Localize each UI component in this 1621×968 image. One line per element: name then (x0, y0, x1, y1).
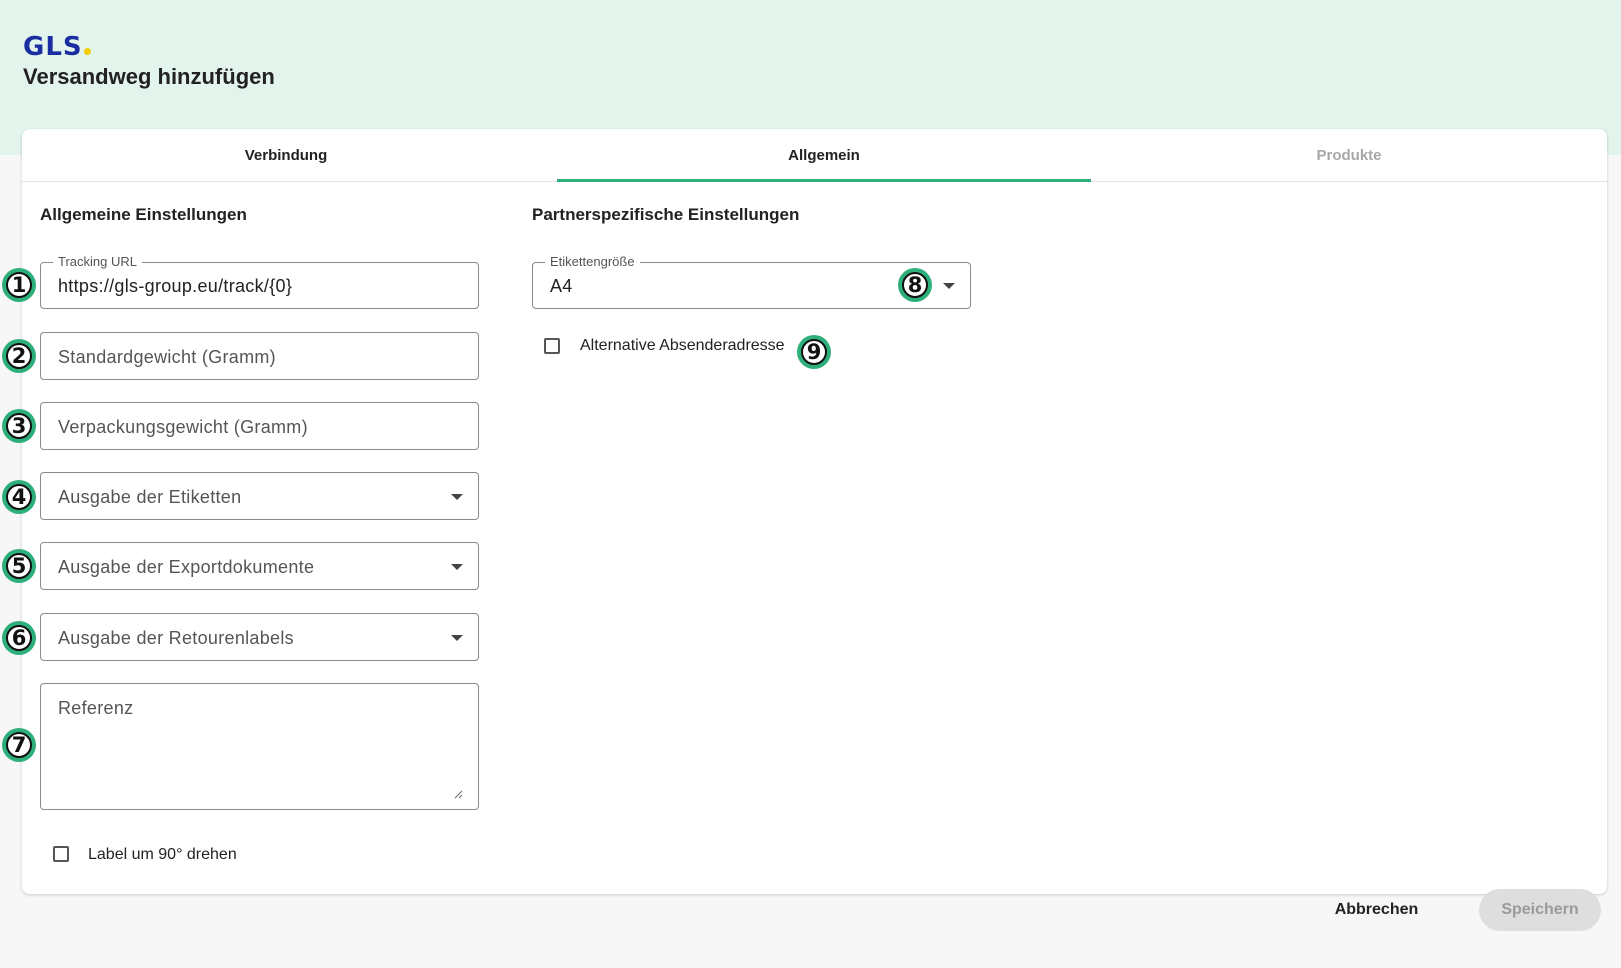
return-labels-output-select[interactable]: Ausgabe der Retourenlabels (40, 613, 479, 661)
resize-handle-icon[interactable] (454, 790, 463, 799)
packaging-weight-placeholder: Verpackungsgewicht (Gramm) (58, 417, 308, 437)
cancel-button[interactable]: Abbrechen (1318, 889, 1435, 931)
label-size-value: A4 (550, 276, 573, 296)
tab-bar: Verbindung Allgemein Produkte (22, 129, 1607, 182)
annotation-badge-5: 5 (2, 549, 36, 583)
standard-weight-placeholder: Standardgewicht (Gramm) (58, 347, 276, 367)
chevron-down-icon (451, 494, 463, 500)
alt-sender-text: Alternative Absenderadresse (580, 337, 785, 354)
export-docs-output-select[interactable]: Ausgabe der Exportdokumente (40, 542, 479, 590)
annotation-badge-3: 3 (2, 409, 36, 443)
annotation-badge-6: 6 (2, 621, 36, 655)
tab-allgemein[interactable]: Allgemein (557, 129, 1091, 181)
logo-dot-icon (83, 48, 91, 55)
rotate-label-text: Label um 90° drehen (88, 846, 237, 863)
reference-placeholder: Referenz (58, 698, 134, 718)
return-labels-output-placeholder: Ausgabe der Retourenlabels (58, 628, 294, 648)
chevron-down-icon (451, 635, 463, 641)
annotation-badge-7: 7 (2, 728, 36, 762)
tracking-url-field[interactable]: Tracking URL https://gls-group.eu/track/… (40, 254, 479, 309)
label-size-label: Etikettengröße (545, 254, 640, 269)
alt-sender-checkbox[interactable] (544, 338, 560, 354)
settings-card: Verbindung Allgemein Produkte Allgemeine… (22, 129, 1607, 894)
label-output-placeholder: Ausgabe der Etiketten (58, 487, 242, 507)
chevron-down-icon (451, 564, 463, 570)
annotation-badge-9: 9 (797, 335, 831, 369)
page-title: Versandweg hinzufügen (23, 64, 275, 89)
chevron-down-icon (943, 283, 955, 289)
rotate-label-checkbox[interactable] (53, 846, 69, 862)
active-tab-indicator (557, 179, 1091, 182)
gls-logo: GLS (23, 32, 91, 62)
tab-produkte: Produkte (1316, 146, 1382, 164)
tab-verbindung[interactable]: Verbindung (22, 129, 550, 181)
label-output-select[interactable]: Ausgabe der Etiketten (40, 472, 479, 520)
annotation-badge-1: 1 (2, 268, 36, 302)
export-docs-output-placeholder: Ausgabe der Exportdokumente (58, 557, 315, 577)
tracking-url-label: Tracking URL (53, 254, 142, 269)
annotation-badge-4: 4 (2, 480, 36, 514)
annotation-badge-2: 2 (2, 339, 36, 373)
save-button: Speichern (1479, 889, 1601, 931)
standard-weight-field[interactable]: Standardgewicht (Gramm) (40, 332, 479, 380)
packaging-weight-field[interactable]: Verpackungsgewicht (Gramm) (40, 402, 479, 450)
reference-textarea[interactable]: Referenz (40, 683, 479, 810)
general-settings-title: Allgemeine Einstellungen (40, 205, 247, 224)
annotation-badge-8: 8 (898, 268, 932, 302)
tracking-url-value: https://gls-group.eu/track/{0} (58, 276, 293, 296)
partner-settings-title: Partnerspezifische Einstellungen (532, 205, 800, 224)
